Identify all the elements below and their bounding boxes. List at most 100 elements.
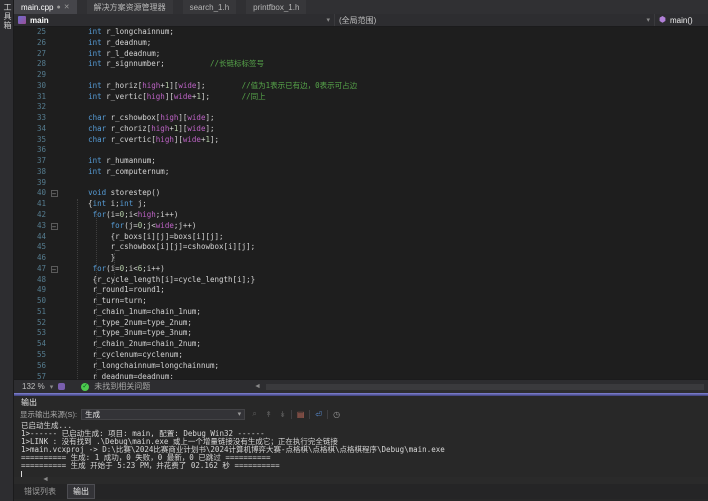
code-text[interactable]: r_deadnum=deadnum; [62, 372, 174, 380]
fold-column [46, 253, 62, 264]
code-text[interactable]: void storestep() [62, 188, 160, 199]
health-check-icon[interactable]: ✓ [81, 383, 89, 391]
panel-tab-error-list[interactable]: 错误列表 [19, 485, 61, 498]
code-text[interactable]: {r_cycle_length[i]=cycle_length[i];} [62, 275, 255, 286]
code-text[interactable]: int r_signnumber; //长链标标签号 [62, 59, 264, 70]
editor-status-bar: 132 % ▾ ✓ 未找到相关问题 ◄ [14, 379, 708, 393]
code-text[interactable]: int r_computernum; [62, 167, 169, 178]
editor-zoom-level[interactable]: 132 % [22, 382, 45, 391]
output-line: ========== 生成 开始于 5:23 PM，并花费了 02.162 秒 … [21, 462, 708, 470]
code-text[interactable]: int r_longchainnum; [62, 27, 174, 38]
hscroll-left-arrow-icon[interactable]: ◄ [42, 476, 49, 483]
line-number: 54 [14, 339, 46, 350]
output-source-dropdown[interactable]: 生成 ▾ [81, 409, 245, 420]
toolbox-vertical-tab[interactable]: 工具箱 [0, 0, 15, 33]
code-line: 39 [14, 178, 708, 189]
fold-column [46, 113, 62, 124]
code-text[interactable]: int r_vertic[high][wide+1]; //同上 [62, 92, 266, 103]
document-tab[interactable]: printfbox_1.h [246, 0, 306, 14]
code-text[interactable]: r_cshowbox[i][j]=cshowbox[i][j]; [62, 242, 255, 253]
code-text[interactable]: int r_horiz[high+1][wide]; //值为1表示已有边，0表… [62, 81, 357, 92]
code-line: 55 r_cyclenum=cyclenum; [14, 350, 708, 361]
fold-column [46, 124, 62, 135]
code-text[interactable]: for(i=0;i<high;i++) [62, 210, 178, 221]
close-icon[interactable]: ✕ [64, 3, 70, 11]
panel-tab-output[interactable]: 输出 [67, 484, 95, 499]
line-number: 50 [14, 296, 46, 307]
fold-column [46, 210, 62, 221]
clock-icon[interactable]: ◷ [331, 409, 342, 420]
fold-column [46, 81, 62, 92]
line-number: 45 [14, 242, 46, 253]
scope-dropdown[interactable]: (全局范围) ▾ [335, 14, 655, 26]
code-text[interactable] [62, 70, 70, 81]
fold-column [46, 199, 62, 210]
cpp-file-icon [18, 16, 26, 24]
code-text[interactable]: r_chain_1num=chain_1num; [62, 307, 201, 318]
fold-collapse-icon[interactable]: − [51, 190, 58, 197]
editor-horizontal-scrollbar[interactable] [266, 384, 704, 390]
line-number: 40 [14, 188, 46, 199]
code-line: 36 [14, 145, 708, 156]
code-text[interactable]: {r_boxs[i][j]=boxs[i][j]; [62, 232, 224, 243]
code-text[interactable]: int r_l_deadnum; [62, 49, 160, 60]
code-text[interactable]: char r_choriz[high+1][wide]; [62, 124, 215, 135]
code-text[interactable]: r_type_2num=type_2num; [62, 318, 192, 329]
code-text[interactable]: } [62, 253, 115, 264]
code-line: 49 r_round1=round1; [14, 285, 708, 296]
fold-collapse-icon[interactable]: − [51, 223, 58, 230]
prev-message-icon[interactable]: ↟ [263, 409, 274, 420]
output-horizontal-scrollbar[interactable]: ◄ [14, 477, 708, 484]
line-number: 39 [14, 178, 46, 189]
clear-all-icon[interactable]: ▤ [295, 409, 306, 420]
fold-column [46, 178, 62, 189]
code-text[interactable] [62, 145, 70, 156]
code-text[interactable]: int r_deadnum; [62, 38, 151, 49]
project-dropdown[interactable]: main ▾ [14, 14, 335, 26]
line-number: 43 [14, 221, 46, 232]
code-text[interactable] [62, 102, 70, 113]
line-number: 28 [14, 59, 46, 70]
code-text[interactable]: r_longchainnum=longchainnum; [62, 361, 219, 372]
line-number: 41 [14, 199, 46, 210]
code-analysis-icon[interactable] [58, 383, 65, 390]
code-text[interactable] [62, 178, 70, 189]
code-line: 30 int r_horiz[high+1][wide]; //值为1表示已有边… [14, 81, 708, 92]
next-message-icon[interactable]: ↡ [277, 409, 288, 420]
fold-column [46, 372, 62, 380]
code-text[interactable]: char r_cshowbox[high][wide]; [62, 113, 215, 124]
code-editor[interactable]: 25 int r_longchainnum;26 int r_deadnum;2… [14, 27, 708, 379]
chevron-down-icon[interactable]: ▾ [50, 383, 54, 391]
document-tab[interactable]: main.cpp●✕ [14, 0, 77, 14]
code-line: 54 r_chain_2num=chain_2num; [14, 339, 708, 350]
code-line: 25 int r_longchainnum; [14, 27, 708, 38]
code-line: 56 r_longchainnum=longchainnum; [14, 361, 708, 372]
document-tab-label: search_1.h [190, 3, 230, 12]
fold-column [46, 102, 62, 113]
ide-window: 工具箱 main.cpp●✕ 解决方案资源管理器 search_1.h printfb… [0, 0, 708, 501]
scope-name: (全局范围) [339, 15, 376, 26]
code-text[interactable]: r_chain_2num=chain_2num; [62, 339, 201, 350]
document-tab[interactable]: 解决方案资源管理器 [87, 0, 173, 14]
main-area: main.cpp●✕ 解决方案资源管理器 search_1.h printfbox_1… [14, 0, 708, 501]
code-line: 51 r_chain_1num=chain_1num; [14, 307, 708, 318]
document-tab[interactable]: search_1.h [183, 0, 237, 14]
hscroll-left-arrow-icon[interactable]: ◄ [254, 383, 261, 390]
code-text[interactable]: r_turn=turn; [62, 296, 147, 307]
line-number: 56 [14, 361, 46, 372]
output-panel: 输出 显示输出来源(S): 生成 ▾ ⌕↟↡▤⏎◷ 已启动生成...1>----… [14, 396, 708, 501]
code-text[interactable]: char r_cvertic[high][wide+1]; [62, 135, 219, 146]
code-text[interactable]: r_type_3num=type_3num; [62, 328, 192, 339]
find-message-icon[interactable]: ⌕ [249, 409, 260, 420]
code-text[interactable]: for(j=0;j<wide;j++) [62, 221, 196, 232]
code-text[interactable]: r_cyclenum=cyclenum; [62, 350, 183, 361]
fold-collapse-icon[interactable]: − [51, 266, 58, 273]
word-wrap-icon[interactable]: ⏎ [313, 409, 324, 420]
fold-column: − [46, 221, 62, 232]
member-dropdown[interactable]: ⬢ main() [655, 14, 708, 26]
fold-column [46, 296, 62, 307]
code-text[interactable]: int r_humannum; [62, 156, 156, 167]
code-text[interactable]: {int i;int j; [62, 199, 147, 210]
fold-column: − [46, 264, 62, 275]
output-log[interactable]: 已启动生成...1>------ 已启动生成: 项目: main, 配置: De… [14, 421, 708, 477]
